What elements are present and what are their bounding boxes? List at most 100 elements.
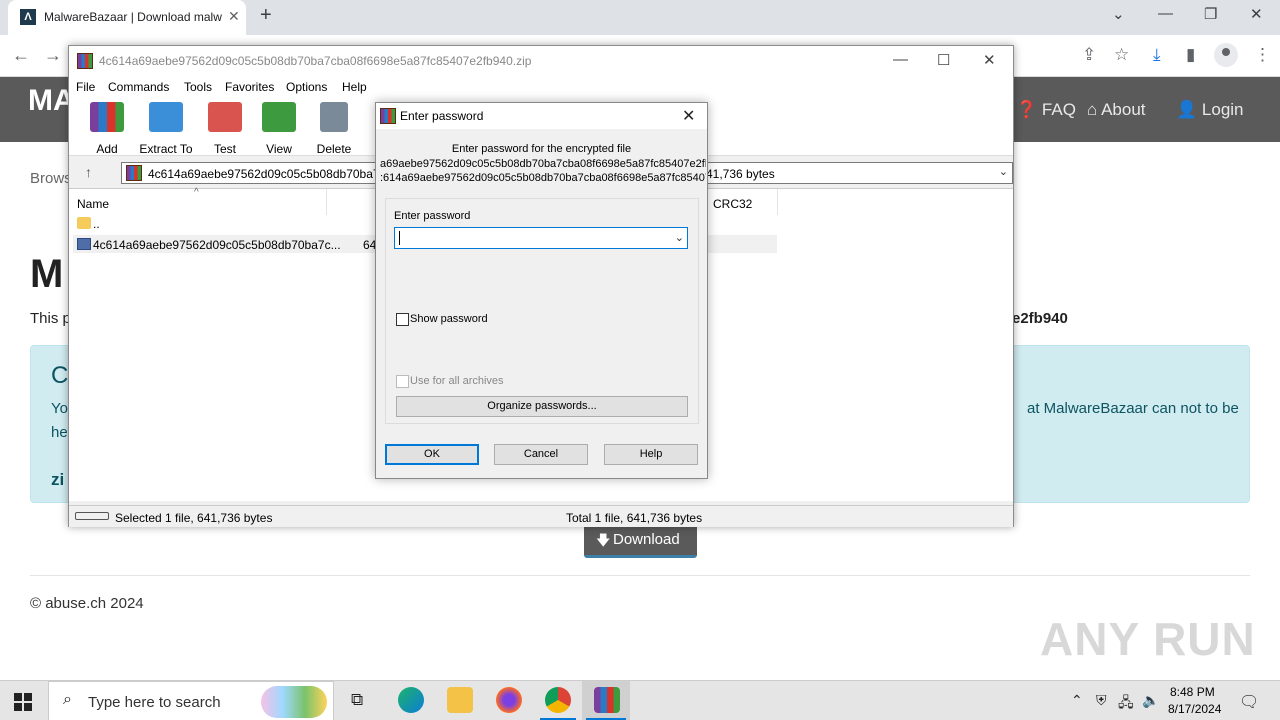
tool-extract-to[interactable]: Extract To xyxy=(136,102,196,156)
use-for-all-archives-label[interactable]: Use for all archives xyxy=(410,375,504,387)
zip-password-label: zi xyxy=(51,470,65,489)
menu-kebab-icon[interactable]: ⋮ xyxy=(1254,45,1271,65)
tool-test[interactable]: Test xyxy=(195,102,255,156)
clock-date[interactable]: 8/17/2024 xyxy=(1168,702,1221,716)
file-name: 4c614a69aebe97562d09c05c5b08db70ba7c... xyxy=(93,238,341,252)
tool-test-label: Test xyxy=(213,142,236,156)
share-icon[interactable]: ⇪ xyxy=(1082,45,1096,65)
parent-folder-row[interactable]: .. xyxy=(93,217,100,231)
task-view-icon[interactable]: ⧉ xyxy=(351,690,363,710)
clock-time[interactable]: 8:48 PM xyxy=(1170,685,1215,699)
winrar-minimize-button[interactable]: — xyxy=(893,51,908,68)
menu-file[interactable]: File xyxy=(76,80,95,94)
chevron-up-icon[interactable]: ⌃ xyxy=(1071,692,1083,709)
volume-icon[interactable]: 🔈 xyxy=(1142,692,1159,709)
column-header-crc32[interactable]: CRC32 xyxy=(713,197,752,211)
search-icon: ⌕ xyxy=(63,691,72,708)
info-alert-text-tail: at MalwareBazaar can not to be xyxy=(1027,400,1239,417)
menu-commands[interactable]: Commands xyxy=(108,80,169,94)
password-input[interactable]: ⌄ xyxy=(394,227,688,249)
nav-login-label: Login xyxy=(1201,100,1244,119)
column-separator[interactable] xyxy=(326,189,327,215)
menu-favorites[interactable]: Favorites xyxy=(225,80,274,94)
dialog-filename-line2: :614a69aebe97562d09c05c5b08db70ba7cba08f… xyxy=(380,172,706,184)
password-group-box: Enter password ⌄ Show password Use for a… xyxy=(385,198,699,424)
column-separator[interactable] xyxy=(777,189,778,215)
dialog-close-icon[interactable]: ✕ xyxy=(682,106,695,126)
tool-extract-to-label: Extract To xyxy=(139,142,193,156)
dialog-title: Enter password xyxy=(400,109,484,123)
window-close-button[interactable]: ✕ xyxy=(1250,5,1263,23)
download-icon[interactable]: ⤓ xyxy=(1153,45,1161,65)
window-restore-button[interactable]: ❐ xyxy=(1204,5,1217,23)
tool-delete-label: Delete xyxy=(316,142,352,156)
nav-about[interactable]: ⌂ About xyxy=(1087,100,1146,120)
notification-icon[interactable]: 🗨 xyxy=(1239,692,1259,712)
breadcrumb[interactable]: Brows xyxy=(30,170,72,187)
malwarebazaar-favicon-icon: Λ xyxy=(20,9,36,25)
window-minimize-button[interactable]: — xyxy=(1158,5,1173,22)
download-button[interactable]: 🡇 Download xyxy=(584,523,697,558)
help-button[interactable]: Help xyxy=(604,444,698,465)
edge-browser-icon[interactable] xyxy=(398,687,424,713)
status-total: Total 1 file, 641,736 bytes xyxy=(566,511,703,525)
chevron-down-icon[interactable]: ⌄ xyxy=(675,231,684,244)
file-explorer-icon[interactable] xyxy=(447,687,473,713)
winrar-status-bar: Selected 1 file, 641,736 bytes Total 1 f… xyxy=(69,505,1013,527)
organize-passwords-button[interactable]: Organize passwords... xyxy=(396,396,688,417)
path-text: 4c614a69aebe97562d09c05c5b08db70ba7cb xyxy=(148,167,393,181)
tab-search-chevron-icon[interactable]: ⌄ xyxy=(1112,5,1125,23)
tab-close-icon[interactable]: ✕ xyxy=(228,8,240,25)
dialog-titlebar[interactable]: Enter password ✕ xyxy=(376,103,707,129)
tool-add[interactable]: Add xyxy=(77,102,137,156)
info-alert-text-line2: he xyxy=(51,424,68,441)
up-arrow-icon[interactable]: ↑ xyxy=(85,164,92,180)
chrome-icon[interactable] xyxy=(545,687,571,713)
winrar-close-button[interactable]: ✕ xyxy=(983,51,996,69)
tool-view[interactable]: View xyxy=(249,102,309,156)
page-title: M xyxy=(30,252,64,296)
winrar-menubar: File Commands Tools Favorites Options He… xyxy=(69,76,1013,98)
profile-avatar-icon[interactable] xyxy=(1214,43,1238,67)
tool-delete[interactable]: Delete xyxy=(304,102,364,156)
windows-start-icon[interactable] xyxy=(14,693,32,711)
file-download-icon: 🡇 xyxy=(596,532,611,548)
new-tab-button[interactable]: + xyxy=(260,4,272,27)
network-icon[interactable]: 🖧 xyxy=(1118,692,1134,716)
taskbar-search-placeholder: Type here to search xyxy=(88,694,221,711)
zip-archive-icon xyxy=(126,165,142,181)
menu-options[interactable]: Options xyxy=(286,80,327,94)
windows-taskbar: ⌕ Type here to search ⧉ ⌃ ⛨ 🖧 🔈 8:48 PM … xyxy=(0,680,1280,720)
archive-books-icon xyxy=(90,102,124,132)
column-header-name[interactable]: Name xyxy=(77,197,109,211)
nav-login[interactable]: 👤 Login xyxy=(1176,100,1244,120)
status-selected: Selected 1 file, 641,736 bytes xyxy=(115,511,273,525)
cancel-button[interactable]: Cancel xyxy=(494,444,588,465)
menu-help[interactable]: Help xyxy=(342,80,367,94)
nav-faq[interactable]: ❓ FAQ xyxy=(1016,100,1076,120)
browser-tab-bar: Λ MalwareBazaar | Download malware ✕ + ⌄… xyxy=(0,0,1280,35)
back-arrow-icon[interactable]: ← xyxy=(12,45,30,66)
winrar-maximize-button[interactable]: ☐ xyxy=(937,51,950,69)
browser-tab[interactable]: Λ MalwareBazaar | Download malware ✕ xyxy=(8,0,246,35)
side-panel-icon[interactable]: ▮ xyxy=(1186,45,1195,65)
open-book-icon xyxy=(262,102,296,132)
menu-tools[interactable]: Tools xyxy=(184,80,212,94)
sample-hash-text: e2fb940 xyxy=(1012,310,1068,327)
chevron-down-icon[interactable]: ⌄ xyxy=(999,165,1008,178)
winrar-titlebar[interactable]: 4c614a69aebe97562d09c05c5b08db70ba7cba08… xyxy=(69,46,1013,76)
show-password-checkbox[interactable] xyxy=(396,313,409,326)
show-password-label[interactable]: Show password xyxy=(410,313,488,325)
taskbar-search-box[interactable]: ⌕ Type here to search xyxy=(48,681,334,720)
winrar-app-icon xyxy=(77,53,93,69)
forward-arrow-icon[interactable]: → xyxy=(44,45,62,66)
firefox-icon[interactable] xyxy=(496,687,522,713)
security-icon[interactable]: ⛨ xyxy=(1096,692,1107,709)
winrar-icon[interactable] xyxy=(594,687,620,713)
footer-copyright: © abuse.ch 2024 xyxy=(30,595,144,612)
use-for-all-archives-checkbox[interactable] xyxy=(396,375,409,388)
ok-button[interactable]: OK xyxy=(385,444,479,465)
drive-icon xyxy=(75,512,109,520)
tool-view-label: View xyxy=(266,142,292,156)
bookmark-star-icon[interactable]: ☆ xyxy=(1114,45,1129,65)
